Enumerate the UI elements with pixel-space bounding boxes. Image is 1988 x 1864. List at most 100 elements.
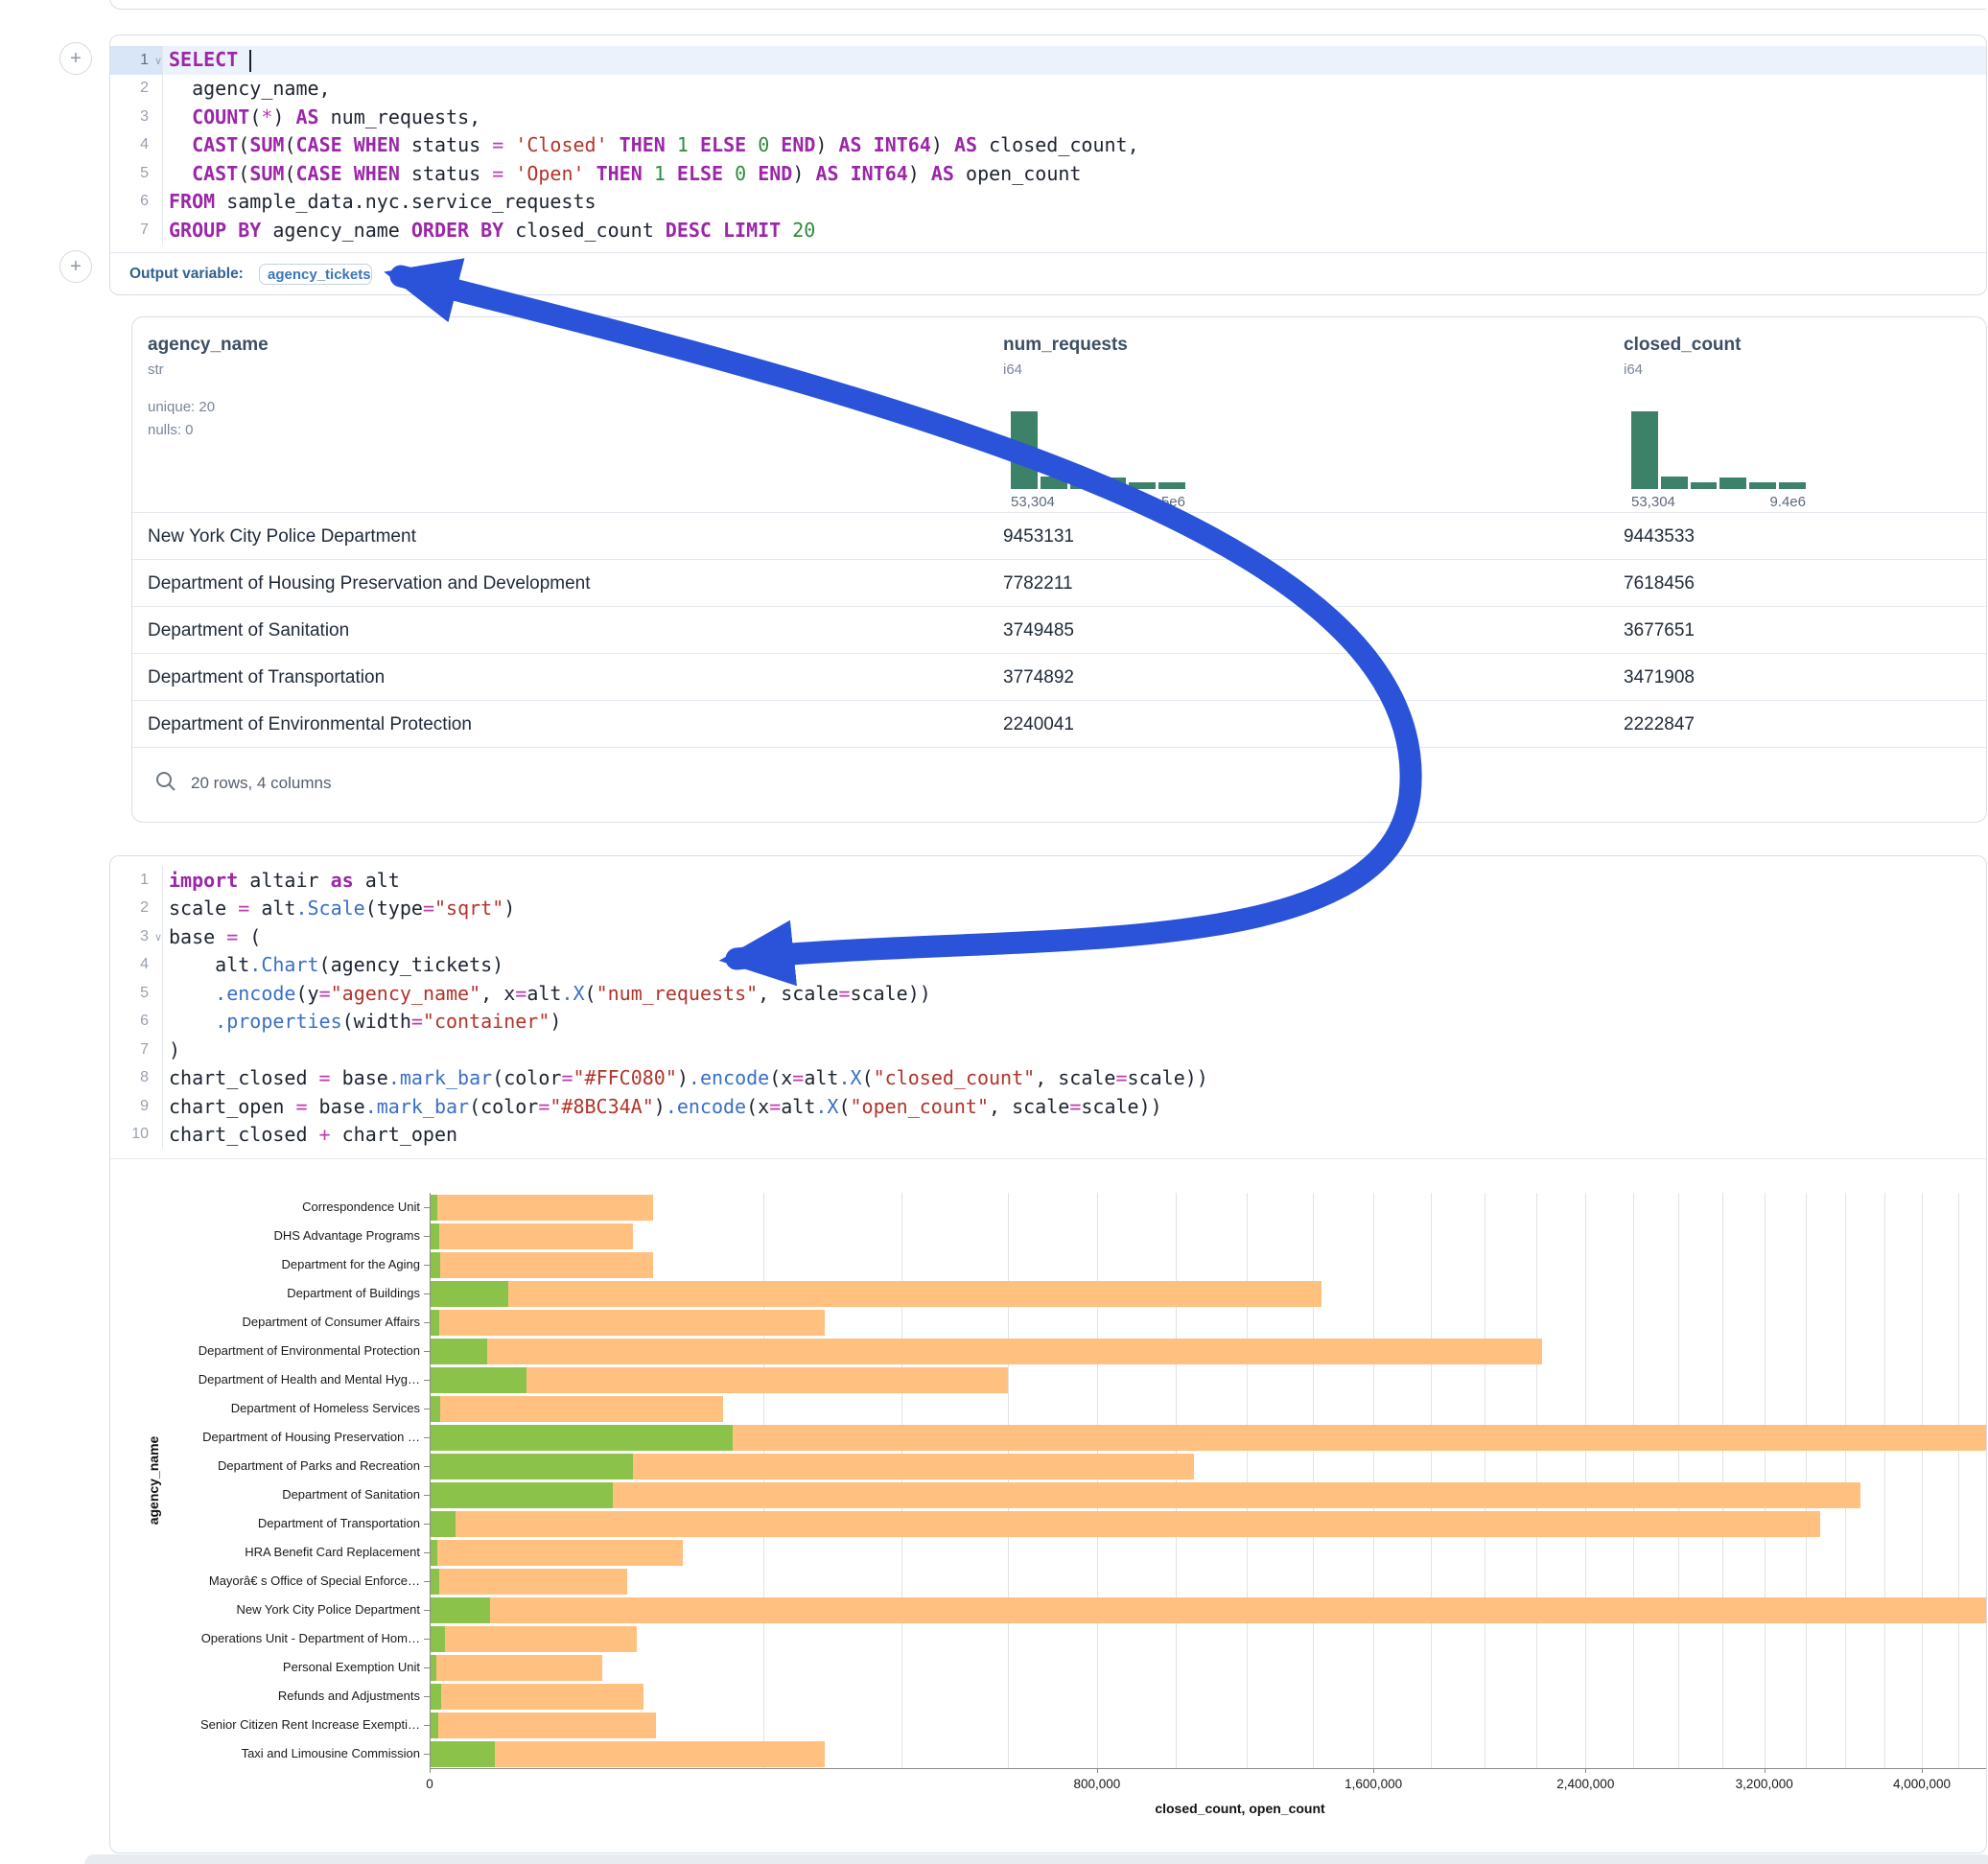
column-header-closed-count[interactable]: closed_count	[1624, 335, 1741, 356]
code-token: 1	[677, 133, 689, 156]
line-number-gutter: 1∨	[110, 46, 163, 75]
table-row[interactable]: Department of Environmental Protection 22…	[132, 700, 1986, 748]
code-token	[503, 133, 515, 156]
table-row[interactable]: Department of Sanitation37494853677651	[132, 606, 1986, 654]
code-token: END	[781, 133, 815, 156]
hist-min-label: 53,304	[1011, 494, 1055, 510]
code-line[interactable]: 1∨SELECT	[110, 46, 1986, 75]
bar-closed-count	[430, 1396, 723, 1422]
code-token: WHEN	[354, 162, 400, 185]
table-row[interactable]: Department of Housing Preservation and D…	[132, 559, 1986, 607]
code-token: CASE	[295, 162, 341, 185]
y-axis-label: Department of Buildings	[110, 1286, 420, 1300]
code-token	[689, 133, 700, 156]
code-token: AS	[954, 133, 977, 156]
output-variable-chip[interactable]: agency_tickets	[259, 264, 372, 285]
cell-closed-count: 3677651	[1624, 620, 1695, 641]
cell-agency-name: Department of Environmental Protection	[148, 714, 472, 735]
code-line[interactable]: 7GROUP BY agency_name ORDER BY closed_co…	[110, 216, 1986, 245]
code-token: )	[815, 133, 838, 156]
code-token: AS	[815, 162, 838, 185]
bar-open-count	[430, 1223, 439, 1249]
cell-closed-count: 2222847	[1624, 714, 1695, 735]
code-token: open_count	[954, 162, 1081, 185]
code-token	[342, 133, 354, 156]
line-number-gutter: 4	[110, 131, 163, 160]
cell-agency-name: New York City Police Department	[148, 526, 416, 548]
code-token: (	[238, 162, 249, 185]
code-token: AS	[839, 133, 862, 156]
code-token: END	[758, 162, 792, 185]
histogram-bar	[1011, 411, 1038, 489]
next-cell-edge[interactable]	[84, 1854, 1988, 1864]
bar-closed-count	[430, 1195, 653, 1221]
table-footer: 20 rows, 4 columns	[132, 747, 1986, 823]
dataframe-preview-card: agency_name str unique: 20 nulls: 0 num_…	[131, 316, 1987, 823]
bar-closed-count	[430, 1569, 627, 1595]
code-token: CAST	[192, 133, 238, 156]
y-axis-label: Department of Health and Mental Hyg…	[110, 1372, 420, 1386]
bar-closed-count	[430, 1252, 653, 1278]
code-token: )	[792, 162, 815, 185]
bar-closed-count	[430, 1281, 1321, 1307]
code-token: FROM	[169, 190, 215, 213]
code-line[interactable]: 2 agency_name,	[110, 75, 1986, 104]
x-axis-tick	[1097, 1768, 1098, 1773]
code-token: closed_count	[503, 219, 666, 242]
y-axis-label: New York City Police Department	[110, 1602, 420, 1617]
y-axis-label: Operations Unit - Department of Hom…	[110, 1631, 420, 1645]
code-text: FROM sample_data.nyc.service_requests	[163, 190, 596, 213]
code-line[interactable]: 4 CAST(SUM(CASE WHEN status = 'Closed' T…	[110, 131, 1986, 160]
histogram-bar	[1070, 482, 1097, 489]
y-axis-label: Department of Homeless Services	[110, 1401, 420, 1415]
code-token	[769, 133, 781, 156]
fold-chevron-icon[interactable]: ∨	[154, 55, 162, 67]
column-header-agency-name[interactable]: agency_name	[148, 335, 269, 356]
histogram-bar	[1041, 477, 1067, 489]
bar-open-count	[430, 1339, 487, 1364]
bar-open-count	[430, 1713, 438, 1738]
sql-code-editor[interactable]: 1∨SELECT 2 agency_name,3 COUNT(*) AS num…	[110, 46, 1986, 245]
code-token: ORDER BY	[411, 219, 503, 242]
x-axis-tick	[1922, 1768, 1923, 1773]
histogram-bar	[1158, 482, 1185, 489]
code-token: 'Open'	[515, 162, 584, 185]
code-token: SUM	[249, 133, 284, 156]
bar-closed-count	[430, 1540, 683, 1566]
x-axis-tick	[1373, 1768, 1374, 1773]
column-type-num-requests: i64	[1003, 361, 1022, 378]
code-token	[839, 162, 851, 185]
x-axis-tick-label: 4,000,000	[1893, 1777, 1951, 1791]
column-type-agency-name: str	[148, 361, 164, 378]
y-axis-label: Department of Consumer Affairs	[110, 1315, 420, 1329]
x-axis-tick-label: 1,600,000	[1345, 1777, 1402, 1791]
code-token	[746, 162, 758, 185]
add-cell-button-middle[interactable]: +	[59, 250, 92, 283]
closed-count-histogram-labels: 53,304 9.4e6	[1631, 494, 1806, 510]
cell-num-requests: 9453131	[1003, 526, 1074, 548]
bar-closed-count	[430, 1511, 1820, 1537]
search-icon[interactable]	[155, 771, 176, 792]
code-line[interactable]: 6FROM sample_data.nyc.service_requests	[110, 188, 1986, 217]
gridline	[1097, 1193, 1098, 1768]
bar-open-count	[430, 1597, 490, 1623]
code-token: CAST	[192, 162, 238, 185]
code-line[interactable]: 3 COUNT(*) AS num_requests,	[110, 103, 1986, 131]
code-token: DESC	[666, 219, 712, 242]
column-header-num-requests[interactable]: num_requests	[1003, 335, 1128, 356]
code-token	[169, 162, 192, 185]
y-axis-title: agency_name	[146, 1436, 161, 1526]
bar-open-count	[430, 1569, 439, 1595]
bar-closed-count	[430, 1655, 602, 1681]
add-cell-button-top[interactable]: +	[59, 42, 92, 75]
code-token	[643, 162, 654, 185]
bar-open-count	[430, 1195, 437, 1221]
y-axis-label: Taxi and Limousine Commission	[110, 1746, 420, 1760]
table-row[interactable]: New York City Police Department945313194…	[132, 512, 1986, 560]
x-axis-tick-label: 800,000	[1073, 1777, 1120, 1791]
code-token: sample_data.nyc.service_requests	[215, 190, 596, 213]
histogram-bar	[1099, 478, 1126, 489]
bar-open-count	[430, 1396, 440, 1422]
table-row[interactable]: Department of Transportation377489234719…	[132, 653, 1986, 701]
code-line[interactable]: 5 CAST(SUM(CASE WHEN status = 'Open' THE…	[110, 159, 1986, 188]
